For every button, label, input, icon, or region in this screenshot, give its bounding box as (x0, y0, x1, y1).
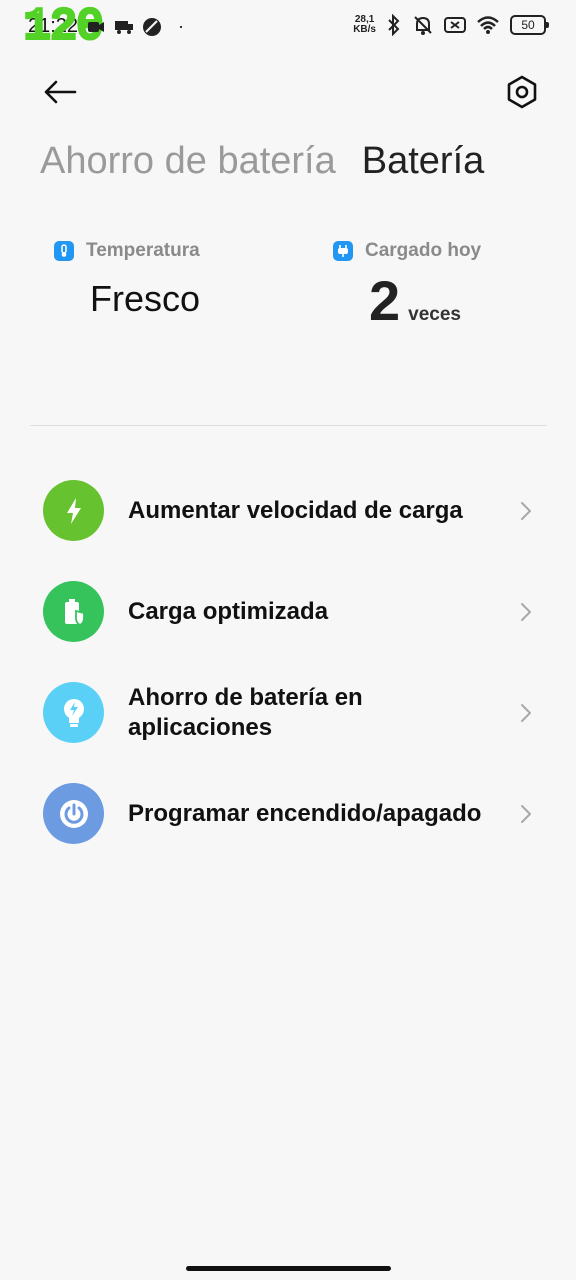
list-item-label: Ahorro de batería en aplicaciones (128, 683, 363, 741)
chevron-right-icon (516, 602, 536, 622)
bulb-bolt-icon (43, 682, 104, 743)
divider (30, 425, 547, 426)
network-speed: 28,1 KB/s (353, 14, 376, 35)
settings-button[interactable] (500, 70, 544, 114)
status-bar: 21:22 120 · 28,1 KB/s 50 (0, 0, 576, 50)
charge-count: 2 (369, 269, 401, 332)
status-right-icons: 28,1 KB/s 50 (353, 14, 549, 36)
tab-battery-saver[interactable]: Ahorro de batería (40, 140, 336, 183)
wifi-icon (477, 16, 499, 34)
list-item-schedule-power[interactable]: Programar encendido/apagado (0, 763, 576, 864)
chevron-right-icon (516, 501, 536, 521)
chevron-right-icon (516, 703, 536, 723)
temperature-stat: Temperatura Fresco (54, 240, 200, 320)
list-item-app-battery-saver[interactable]: Ahorro de batería en aplicaciones (0, 662, 576, 763)
thermometer-icon (54, 241, 74, 261)
charge-count-unit: veces (408, 304, 461, 325)
charged-today-stat: Cargado hoy 2 veces (333, 240, 481, 333)
arrow-left-icon (44, 80, 77, 104)
battery-indicator: 50 (510, 15, 549, 35)
list-item-label: Programar encendido/apagado (128, 799, 482, 827)
temperature-label: Temperatura (86, 240, 200, 261)
power-icon (43, 783, 104, 844)
mute-bell-icon (414, 16, 432, 35)
battery-options-list: Aumentar velocidad de carga Carga optimi… (0, 460, 576, 864)
bluetooth-icon (388, 14, 400, 36)
list-item-label: Aumentar velocidad de carga (128, 496, 463, 524)
tab-battery[interactable]: Batería (362, 140, 485, 183)
home-indicator[interactable] (186, 1266, 391, 1271)
chevron-right-icon (516, 804, 536, 824)
back-button[interactable] (38, 70, 82, 114)
plug-icon (333, 241, 353, 261)
status-left-icons: · (86, 16, 184, 37)
bolt-icon (43, 480, 104, 541)
temperature-value: Fresco (90, 278, 201, 319)
tab-bar: Ahorro de batería Batería (40, 140, 484, 183)
charged-today-label: Cargado hoy (365, 240, 482, 261)
notification-truck-icon (115, 20, 133, 34)
list-item-boost-charging[interactable]: Aumentar velocidad de carga (0, 460, 576, 561)
notification-video-icon (88, 21, 104, 32)
list-item-label: Carga optimizada (128, 597, 329, 625)
notification-block-icon (143, 17, 161, 36)
notification-dot: · (178, 16, 184, 36)
no-sim-icon (444, 17, 466, 33)
settings-hexagon-icon (507, 75, 537, 109)
battery-shield-icon (43, 581, 104, 642)
list-item-optimized-charging[interactable]: Carga optimizada (0, 561, 576, 662)
